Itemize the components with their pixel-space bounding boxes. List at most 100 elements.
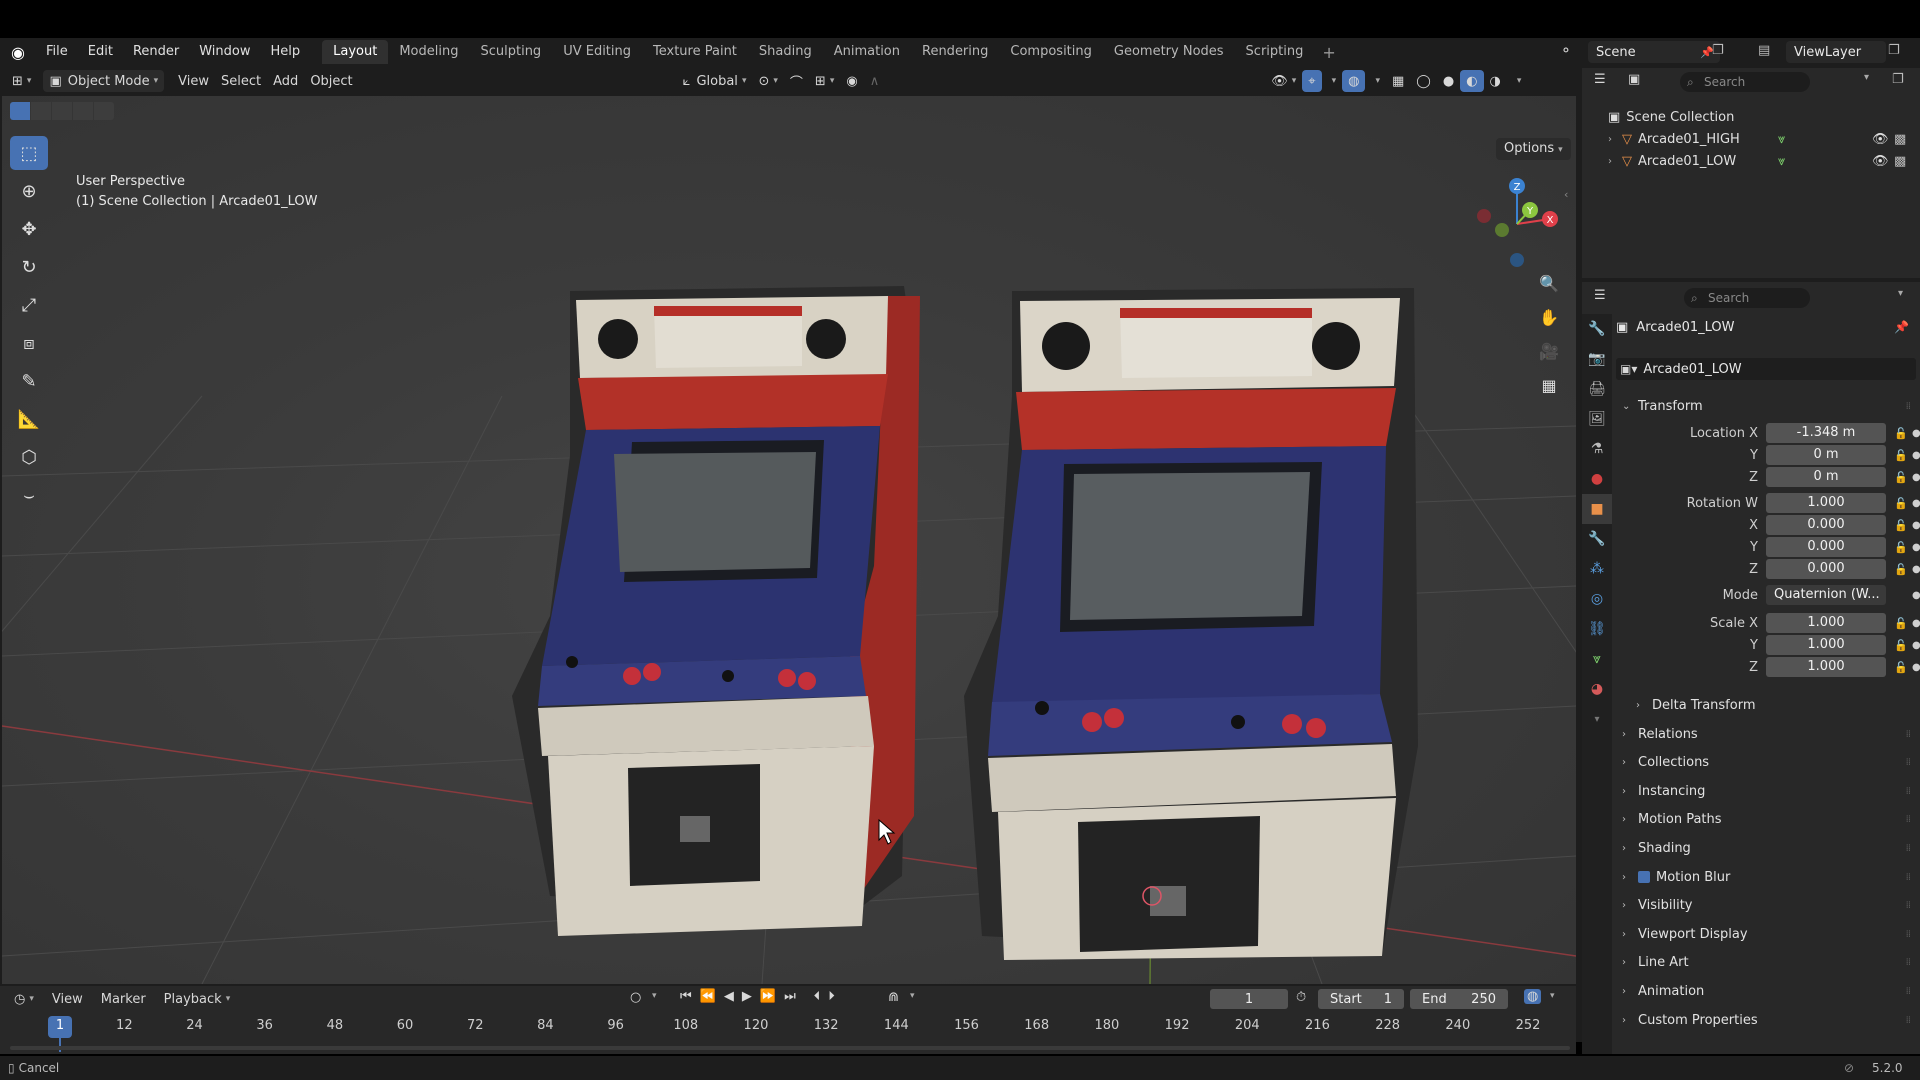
viewport-menu-object[interactable]: Object [304, 70, 358, 92]
arcade-cabinet-right[interactable] [964, 288, 1418, 960]
tool-tab-icon[interactable]: 🔧 [1582, 314, 1612, 344]
select-subtract-icon[interactable] [52, 102, 72, 120]
jump-start-icon[interactable]: ⏮ [680, 989, 692, 1004]
lock-icon[interactable]: 🔓 [1894, 497, 1908, 510]
lock-icon[interactable]: 🔓 [1894, 639, 1908, 652]
select-invert-icon[interactable] [73, 102, 93, 120]
world-tab-icon[interactable]: ● [1582, 464, 1612, 494]
tab-texture-paint[interactable]: Texture Paint [642, 40, 748, 64]
overlays-dropdown[interactable]: ▾ [1365, 70, 1386, 92]
keyframe-dot-icon[interactable]: ● [1912, 498, 1920, 509]
drag-grip-icon[interactable]: ⁞⁞ [1906, 786, 1911, 797]
preview-range-icon[interactable]: ⏱ [1296, 990, 1306, 1005]
outliner-editor-type-icon[interactable]: ☰ [1594, 72, 1606, 87]
panel-custom-properties[interactable]: › Custom Properties ⁞⁞ [1622, 1008, 1914, 1032]
mode-selector[interactable]: ▣ Object Mode ▾ [43, 70, 165, 92]
drag-grip-icon[interactable]: ⁞⁞ [1906, 729, 1911, 740]
outliner-item-arcade01-low[interactable]: › ▽ Arcade01_LOW ⩔ 👁 ▩ [1582, 150, 1920, 172]
transform-value-field[interactable]: 0 m [1766, 445, 1886, 465]
curve-tool-icon[interactable]: ⌣ [10, 478, 48, 512]
viewport-menu-view[interactable]: View [172, 70, 215, 92]
timeline-view-toggle-icon[interactable]: ◍ [1524, 989, 1542, 1004]
measure-tool-icon[interactable]: 📐 [10, 402, 48, 436]
snapping-icon[interactable]: ⋒ [888, 990, 899, 1005]
delta-transform-panel-header[interactable]: › Delta Transform [1636, 693, 1914, 717]
3d-viewport[interactable]: User Perspective (1) Scene Collection | … [2, 96, 1576, 984]
select-intersect-icon[interactable] [94, 102, 114, 120]
lock-icon[interactable]: 🔓 [1894, 617, 1908, 630]
lock-icon[interactable]: 🔓 [1894, 449, 1908, 462]
add-cube-tool-icon[interactable]: ⬡ [10, 440, 48, 474]
select-new-icon[interactable] [10, 102, 30, 120]
keyframe-dot-icon[interactable]: ● [1912, 640, 1920, 651]
tab-layout[interactable]: Layout [322, 40, 389, 64]
transform-value-field[interactable]: 1.000 [1766, 613, 1886, 633]
panel-visibility[interactable]: › Visibility ⁞⁞ [1622, 894, 1914, 918]
render-tab-icon[interactable]: 📷 [1582, 344, 1612, 374]
timeline-menu-marker[interactable]: Marker [95, 988, 152, 1010]
gizmo-dropdown[interactable]: ▾ [1322, 70, 1343, 92]
navigation-gizmo[interactable]: Z X Y [1472, 172, 1562, 268]
transform-value-field[interactable]: 0 m [1766, 467, 1886, 487]
xray-toggle[interactable]: ▦ [1386, 70, 1410, 92]
visibility-eye-icon[interactable]: 👁 [1872, 132, 1889, 147]
falloff-selector[interactable]: ∧ [864, 70, 886, 92]
drag-grip-icon[interactable]: ⁞⁞ [1906, 872, 1911, 883]
keyframe-dot-icon[interactable]: ● [1912, 450, 1920, 461]
network-icon[interactable]: ⊘ [1844, 1061, 1854, 1075]
rotate-tool-icon[interactable]: ↻ [10, 250, 48, 284]
drag-grip-icon[interactable]: ⁞⁞ [1906, 843, 1911, 854]
panel-viewport-display[interactable]: › Viewport Display ⁞⁞ [1622, 922, 1914, 946]
panel-motion-blur[interactable]: › Motion Blur ⁞⁞ [1622, 865, 1914, 889]
sidebar-toggle-chevron-icon[interactable]: ‹ [1564, 188, 1568, 201]
timeline-menu-playback[interactable]: Playback ▾ [158, 988, 237, 1010]
arcade-cabinet-left[interactable] [512, 286, 920, 936]
material-shading-button[interactable]: ◐ [1460, 70, 1484, 92]
drag-grip-icon[interactable]: ⁞⁞ [1906, 1015, 1911, 1026]
move-tool-icon[interactable]: ✥ [10, 212, 48, 246]
neg-x-handle[interactable] [1477, 209, 1491, 223]
pivot-selector[interactable]: ⊙ ▾ [752, 70, 783, 92]
editor-type-button[interactable]: ⊞ ▾ [6, 70, 37, 92]
lock-icon[interactable]: 🔓 [1894, 661, 1908, 674]
tab-uv-editing[interactable]: UV Editing [552, 40, 642, 64]
keyframe-dot-icon[interactable]: ● [1912, 618, 1920, 629]
prev-marker-icon[interactable]: ⏴ [814, 989, 821, 1004]
zoom-icon[interactable]: 🔍 [1534, 268, 1564, 298]
rendered-shading-button[interactable]: ◑ [1484, 70, 1507, 92]
neg-z-handle[interactable] [1510, 253, 1524, 267]
drag-grip-icon[interactable]: ⁞⁞ [1906, 929, 1911, 940]
snap-toggle[interactable]: ⌒ [784, 70, 809, 92]
menu-help[interactable]: Help [261, 38, 311, 66]
transform-value-field[interactable]: 1.000 [1766, 635, 1886, 655]
render-camera-icon[interactable]: ▩ [1894, 154, 1906, 169]
view-layer-tab-icon[interactable]: 🖼 [1582, 404, 1612, 434]
outliner-search-input[interactable]: ⌕ Search [1680, 72, 1810, 92]
transform-value-field[interactable]: 0.000 [1766, 559, 1886, 579]
tab-geometry-nodes[interactable]: Geometry Nodes [1103, 40, 1235, 64]
visibility-selector[interactable]: 👁 ▾ [1265, 70, 1302, 92]
end-frame-field[interactable]: End 250 [1410, 989, 1508, 1009]
tab-scripting[interactable]: Scripting [1235, 40, 1315, 64]
pan-hand-icon[interactable]: ✋ [1534, 302, 1564, 332]
prev-keyframe-icon[interactable]: ⏪ [700, 989, 716, 1004]
motion-blur-checkbox[interactable] [1638, 871, 1650, 883]
menu-file[interactable]: File [36, 38, 78, 66]
viewlayer-icon[interactable]: ▤ [1758, 43, 1770, 58]
panel-line-art[interactable]: › Line Art ⁞⁞ [1622, 951, 1914, 975]
menu-window[interactable]: Window [189, 38, 260, 66]
outliner-filter-dropdown[interactable]: ▾ [1864, 72, 1869, 83]
scene-collection-row[interactable]: ▣ Scene Collection [1582, 106, 1920, 128]
menu-render[interactable]: Render [123, 38, 189, 66]
output-tab-icon[interactable]: 🖨 [1582, 374, 1612, 404]
rotation-mode-dropdown[interactable]: Quaternion (W... [1766, 585, 1886, 605]
mesh-data-icon[interactable]: ⩔ [1778, 154, 1785, 169]
keyframe-dot-icon[interactable]: ● [1912, 662, 1920, 673]
timeline-menu-view[interactable]: View [46, 988, 89, 1010]
material-tab-icon[interactable]: ◕ [1582, 674, 1612, 704]
lock-icon[interactable]: 🔓 [1894, 541, 1908, 554]
panel-collections[interactable]: › Collections ⁞⁞ [1622, 751, 1914, 775]
transform-value-field[interactable]: -1.348 m [1766, 423, 1886, 443]
viewlayer-selector[interactable]: ViewLayer [1786, 41, 1886, 63]
transform-value-field[interactable]: 1.000 [1766, 493, 1886, 513]
